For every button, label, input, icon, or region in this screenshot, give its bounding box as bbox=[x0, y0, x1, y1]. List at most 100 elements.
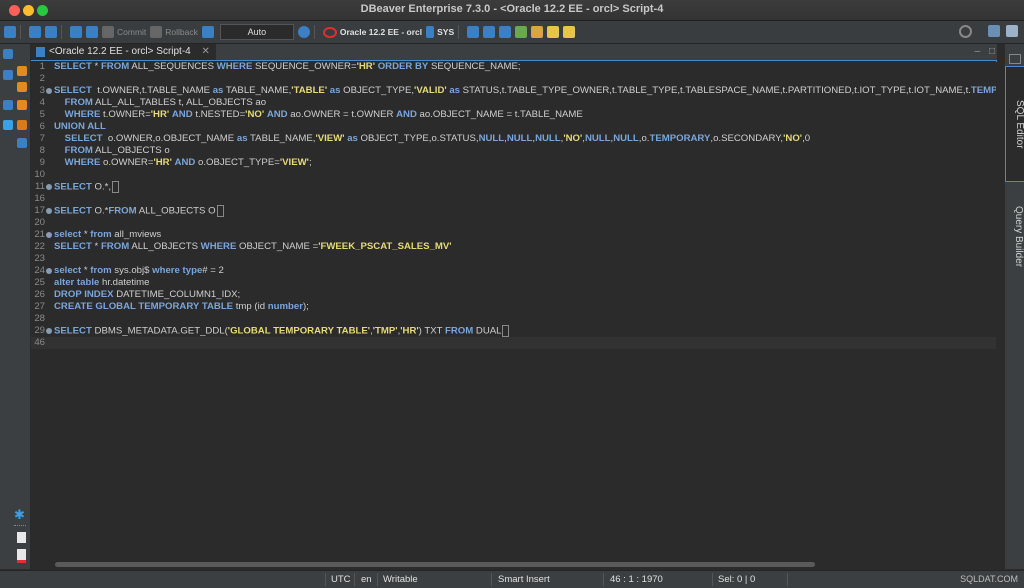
layout-button[interactable] bbox=[499, 23, 512, 41]
commit-button[interactable]: Commit bbox=[102, 23, 146, 41]
sql-keyword: SELECT bbox=[54, 205, 92, 217]
code-line[interactable]: 10 bbox=[31, 169, 996, 181]
sql-keyword: alter table bbox=[54, 277, 100, 288]
code-line[interactable]: 25 alter table hr.datetime bbox=[31, 277, 996, 289]
code-line[interactable]: 7 SELECT o.OWNER,o.OBJECT_NAME as TABLE_… bbox=[31, 133, 996, 145]
back-button[interactable] bbox=[547, 23, 560, 41]
format-button[interactable] bbox=[483, 23, 496, 41]
transaction-mode-select[interactable]: Auto bbox=[219, 24, 294, 40]
title-bar: DBeaver Enterprise 7.3.0 - <Oracle 12.2 … bbox=[0, 0, 1024, 21]
line-number: 1 bbox=[39, 61, 45, 72]
code-line[interactable]: 3 SELECT t.OWNER,t.TABLE_NAME as TABLE_NA… bbox=[31, 85, 996, 97]
code-line[interactable]: 8 FROM ALL_OBJECTS o bbox=[31, 145, 996, 157]
code-line[interactable]: 21 select * from all_mviews bbox=[31, 229, 996, 241]
code-line[interactable]: 9 WHERE o.OWNER='HR' AND o.OBJECT_TYPE='… bbox=[31, 157, 996, 169]
sql-editor-button[interactable] bbox=[29, 23, 41, 41]
settings-gear-icon[interactable]: ✱ bbox=[14, 507, 25, 523]
sql-keyword: select bbox=[54, 265, 82, 276]
code-line[interactable]: 2 bbox=[31, 73, 996, 85]
export-icon[interactable] bbox=[17, 138, 27, 148]
code-line[interactable]: 28 bbox=[31, 313, 996, 325]
execute-statement-icon[interactable] bbox=[17, 66, 27, 76]
line-number: 17 bbox=[34, 205, 45, 216]
fold-toggle-icon[interactable] bbox=[46, 268, 52, 274]
insert-mode-status[interactable]: Smart Insert bbox=[498, 574, 550, 585]
fold-toggle-icon[interactable] bbox=[46, 232, 52, 238]
fold-toggle-icon[interactable] bbox=[46, 328, 52, 334]
close-tab-icon[interactable]: ✕ bbox=[202, 46, 210, 57]
new-connection-button[interactable] bbox=[4, 23, 16, 41]
fold-toggle-icon[interactable] bbox=[46, 208, 52, 214]
code-line[interactable]: 16 bbox=[31, 193, 996, 205]
code-line[interactable]: 4 FROM ALL_ALL_TABLES t, ALL_OBJECTS ao bbox=[31, 97, 996, 109]
tab-query-builder[interactable]: Query Builder bbox=[1005, 189, 1024, 284]
debug-button[interactable] bbox=[515, 23, 528, 41]
writable-status: Writable bbox=[383, 574, 418, 585]
code-line[interactable]: 11 SELECT O.*, bbox=[31, 181, 996, 193]
collapsed-fold-marker[interactable] bbox=[502, 325, 510, 337]
forward-button[interactable] bbox=[563, 23, 576, 41]
code-line[interactable]: 20 bbox=[31, 217, 996, 229]
code-line[interactable]: 22 SELECT * FROM ALL_OBJECTS WHERE OBJECT… bbox=[31, 241, 996, 253]
code-line[interactable]: 24 select * from sys.obj$ where type# = 2 bbox=[31, 265, 996, 277]
code-line[interactable]: 17 SELECT O.*FROM ALL_OBJECTS O bbox=[31, 205, 996, 217]
sql-string: 'HR' bbox=[356, 61, 376, 72]
document-icon[interactable] bbox=[17, 532, 26, 543]
explain-plan-icon[interactable] bbox=[17, 100, 27, 110]
minimize-view-icon[interactable]: – bbox=[975, 46, 981, 57]
code-line[interactable]: 6 UNION ALL bbox=[31, 121, 996, 133]
perspective-icon[interactable] bbox=[988, 25, 1000, 37]
load-execution-plan-icon[interactable] bbox=[17, 120, 27, 130]
window-title: DBeaver Enterprise 7.3.0 - <Oracle 12.2 … bbox=[360, 3, 664, 15]
collapsed-fold-marker[interactable] bbox=[112, 181, 120, 193]
sql-tools-button[interactable] bbox=[467, 23, 480, 41]
sql-string: 'VIEW' bbox=[279, 157, 309, 168]
layout-icon bbox=[499, 26, 512, 38]
code-line[interactable]: 23 bbox=[31, 253, 996, 265]
code-line[interactable]: 5 WHERE t.OWNER='HR' AND t.NESTED='NO' A… bbox=[31, 109, 996, 121]
tab-script-4[interactable]: <Oracle 12.2 EE - orcl> Script-4 ✕ bbox=[31, 44, 216, 60]
code-line[interactable]: 27 CREATE GLOBAL TEMPORARY TABLE tmp (id … bbox=[31, 301, 996, 313]
open-perspective-icon[interactable] bbox=[1006, 25, 1018, 37]
sql-string: 'TMP' bbox=[372, 325, 398, 337]
code-text: SELECT o.OWNER,o.OBJECT_NAME as TABLE_NA… bbox=[54, 133, 810, 145]
new-script-button[interactable] bbox=[45, 23, 57, 41]
fold-toggle-icon[interactable] bbox=[46, 184, 52, 190]
error-log-icon[interactable] bbox=[17, 549, 26, 563]
toolbar-divider bbox=[313, 25, 315, 39]
code-line[interactable]: 1 SELECT * FROM ALL_SEQUENCES WHERE SEQUE… bbox=[31, 61, 996, 73]
code-line[interactable]: 46 bbox=[31, 337, 996, 349]
sql-keyword: FROM bbox=[108, 205, 137, 217]
monitor-icon[interactable] bbox=[3, 120, 13, 130]
collapsed-fold-marker[interactable] bbox=[216, 205, 224, 217]
outline-icon[interactable] bbox=[3, 100, 13, 110]
sql-keyword: NULL bbox=[478, 133, 505, 144]
fold-toggle-icon[interactable] bbox=[46, 88, 52, 94]
sql-keyword: from bbox=[90, 229, 112, 240]
horizontal-scrollbar[interactable] bbox=[55, 562, 815, 567]
sql-keyword: WHERE bbox=[64, 157, 101, 168]
execute-script-icon[interactable] bbox=[17, 82, 27, 92]
schema-selector[interactable]: SYS bbox=[426, 23, 454, 41]
panel-toggle-icon[interactable] bbox=[1009, 54, 1021, 64]
history-button[interactable] bbox=[297, 23, 310, 41]
sql-editor[interactable]: 1 SELECT * FROM ALL_SEQUENCES WHERE SEQUE… bbox=[31, 61, 996, 559]
oracle-icon bbox=[322, 26, 337, 38]
database-navigator-icon[interactable] bbox=[3, 49, 13, 59]
sql-text: * bbox=[81, 265, 91, 276]
search-icon[interactable] bbox=[959, 25, 972, 38]
code-line[interactable]: 26 DROP INDEX DATETIME_COLUMN1_IDX; bbox=[31, 289, 996, 301]
transaction-log-button[interactable] bbox=[86, 23, 98, 41]
sql-keyword: WHERE bbox=[200, 241, 237, 252]
tab-sql-editor[interactable]: SQL Editor bbox=[1005, 66, 1024, 182]
rollback-button[interactable]: Rollback bbox=[150, 23, 198, 41]
projects-icon[interactable] bbox=[3, 70, 13, 80]
line-number: 28 bbox=[34, 313, 45, 324]
toolbar-divider bbox=[20, 25, 21, 39]
code-line[interactable]: 29 SELECT DBMS_METADATA.GET_DDL('GLOBAL T… bbox=[31, 325, 996, 337]
filter-button[interactable] bbox=[201, 23, 214, 41]
maximize-view-icon[interactable]: □ bbox=[989, 46, 995, 57]
transaction-mode-button[interactable] bbox=[70, 23, 82, 41]
tasks-button[interactable] bbox=[531, 23, 544, 41]
active-connection-selector[interactable]: Oracle 12.2 EE - orcl bbox=[322, 23, 422, 41]
